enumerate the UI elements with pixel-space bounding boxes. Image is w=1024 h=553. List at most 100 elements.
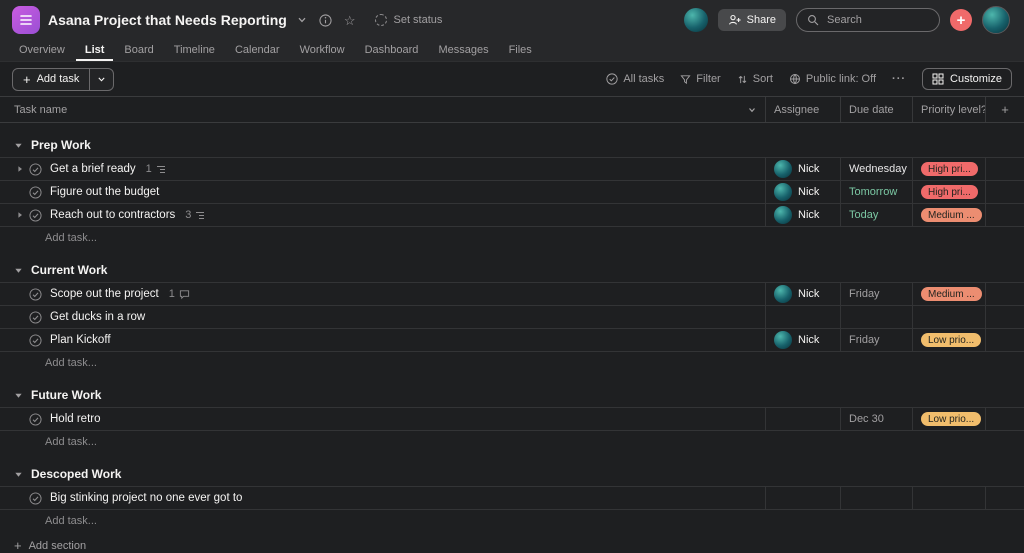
task-row[interactable]: Plan Kickoff Nick Friday Low prio... [0,329,1024,352]
due-date-cell[interactable]: Tomorrow [840,181,912,203]
expand-task-icon[interactable] [16,165,29,173]
public-link-button[interactable]: Public link: Off [789,73,876,85]
add-task-row[interactable]: Add task... [0,227,1024,248]
column-header-task-name[interactable]: Task name [0,97,765,122]
tab-list[interactable]: List [75,42,114,61]
section-header[interactable]: Current Work [0,258,1024,282]
tab-dashboard[interactable]: Dashboard [356,42,428,61]
row-end-cell [985,158,1024,180]
complete-task-icon[interactable] [29,208,42,222]
user-avatar[interactable] [982,6,1010,34]
due-date-cell[interactable] [840,487,912,509]
priority-cell[interactable] [912,306,985,328]
task-name-cell[interactable]: Hold retro [0,408,765,430]
complete-task-icon[interactable] [29,185,42,199]
assignee-cell[interactable] [765,487,840,509]
task-name-cell[interactable]: Get a brief ready 1 [0,158,765,180]
sort-button[interactable]: Sort [737,73,773,85]
section-collapse-icon[interactable] [14,391,23,400]
complete-task-icon[interactable] [29,310,42,324]
add-task-button[interactable]: + Add task [13,69,89,90]
assignee-cell[interactable] [765,408,840,430]
column-header-due-date[interactable]: Due date [840,97,912,122]
section-header[interactable]: Descoped Work [0,462,1024,486]
due-date-cell[interactable] [840,306,912,328]
task-row[interactable]: Get a brief ready 1 Nick Wednesday High … [0,158,1024,181]
tab-workflow[interactable]: Workflow [291,42,354,61]
tab-board[interactable]: Board [115,42,162,61]
filter-button[interactable]: Filter [680,73,721,85]
star-icon[interactable]: ☆ [342,12,358,29]
add-section-button[interactable]: + Add section [0,539,1024,552]
more-options-button[interactable]: ··· [892,73,906,85]
all-tasks-filter-button[interactable]: All tasks [606,73,664,85]
section-header[interactable]: Prep Work [0,133,1024,157]
title-chevron-down-icon[interactable] [295,13,309,27]
task-row[interactable]: Big stinking project no one ever got to [0,487,1024,510]
page-title[interactable]: Asana Project that Needs Reporting [48,12,287,28]
section-collapse-icon[interactable] [14,141,23,150]
customize-button[interactable]: Customize [922,68,1012,90]
priority-cell[interactable]: Medium ... [912,283,985,305]
due-date-cell[interactable]: Today [840,204,912,226]
add-task-row[interactable]: Add task... [0,431,1024,452]
due-date-cell[interactable]: Dec 30 [840,408,912,430]
create-button[interactable]: + [950,9,972,31]
assignee-cell[interactable]: Nick [765,329,840,351]
add-column-button[interactable]: + [985,97,1024,122]
tab-messages[interactable]: Messages [429,42,497,61]
add-task-dropdown-button[interactable] [89,68,113,90]
tab-timeline[interactable]: Timeline [165,42,224,61]
search-box[interactable] [796,8,940,32]
priority-cell[interactable]: High pri... [912,181,985,203]
section-collapse-icon[interactable] [14,266,23,275]
assignee-cell[interactable]: Nick [765,181,840,203]
priority-cell[interactable] [912,487,985,509]
task-name-cell[interactable]: Reach out to contractors 3 [0,204,765,226]
complete-task-icon[interactable] [29,491,42,505]
tab-overview[interactable]: Overview [10,42,74,61]
column-header-assignee[interactable]: Assignee [765,97,840,122]
member-avatar[interactable] [683,8,708,32]
complete-task-icon[interactable] [29,412,42,426]
priority-cell[interactable]: Low prio... [912,329,985,351]
complete-task-icon[interactable] [29,287,42,301]
tab-files[interactable]: Files [500,42,541,61]
topbar-right: Share + [683,6,1010,34]
project-icon[interactable] [12,6,40,34]
assignee-cell[interactable]: Nick [765,158,840,180]
section-collapse-icon[interactable] [14,470,23,479]
search-input[interactable] [825,13,913,27]
due-date-cell[interactable]: Wednesday [840,158,912,180]
task-name-cell[interactable]: Big stinking project no one ever got to [0,487,765,509]
priority-cell[interactable]: Medium ... [912,204,985,226]
set-status-button[interactable]: Set status [375,14,442,26]
assignee-cell[interactable]: Nick [765,283,840,305]
share-button[interactable]: Share [717,9,786,31]
task-name-cell[interactable]: Plan Kickoff [0,329,765,351]
add-task-row[interactable]: Add task... [0,510,1024,531]
due-date-cell[interactable]: Friday [840,329,912,351]
info-icon[interactable] [317,12,334,29]
complete-task-icon[interactable] [29,162,42,176]
task-row[interactable]: Figure out the budget Nick Tomorrow High… [0,181,1024,204]
task-name-cell[interactable]: Scope out the project 1 [0,283,765,305]
task-name-cell[interactable]: Get ducks in a row [0,306,765,328]
due-date-cell[interactable]: Friday [840,283,912,305]
header-chevron-down-icon[interactable] [747,105,757,115]
column-header-priority[interactable]: Priority level? [912,97,985,122]
tab-calendar[interactable]: Calendar [226,42,289,61]
section-header[interactable]: Future Work [0,383,1024,407]
priority-cell[interactable]: High pri... [912,158,985,180]
expand-task-icon[interactable] [16,211,29,219]
complete-task-icon[interactable] [29,333,42,347]
assignee-cell[interactable] [765,306,840,328]
task-row[interactable]: Reach out to contractors 3 Nick Today Me… [0,204,1024,227]
task-row[interactable]: Scope out the project 1 Nick Friday Medi… [0,283,1024,306]
task-row[interactable]: Hold retro Dec 30 Low prio... [0,408,1024,431]
task-name-cell[interactable]: Figure out the budget [0,181,765,203]
priority-cell[interactable]: Low prio... [912,408,985,430]
task-row[interactable]: Get ducks in a row [0,306,1024,329]
add-task-row[interactable]: Add task... [0,352,1024,373]
assignee-cell[interactable]: Nick [765,204,840,226]
